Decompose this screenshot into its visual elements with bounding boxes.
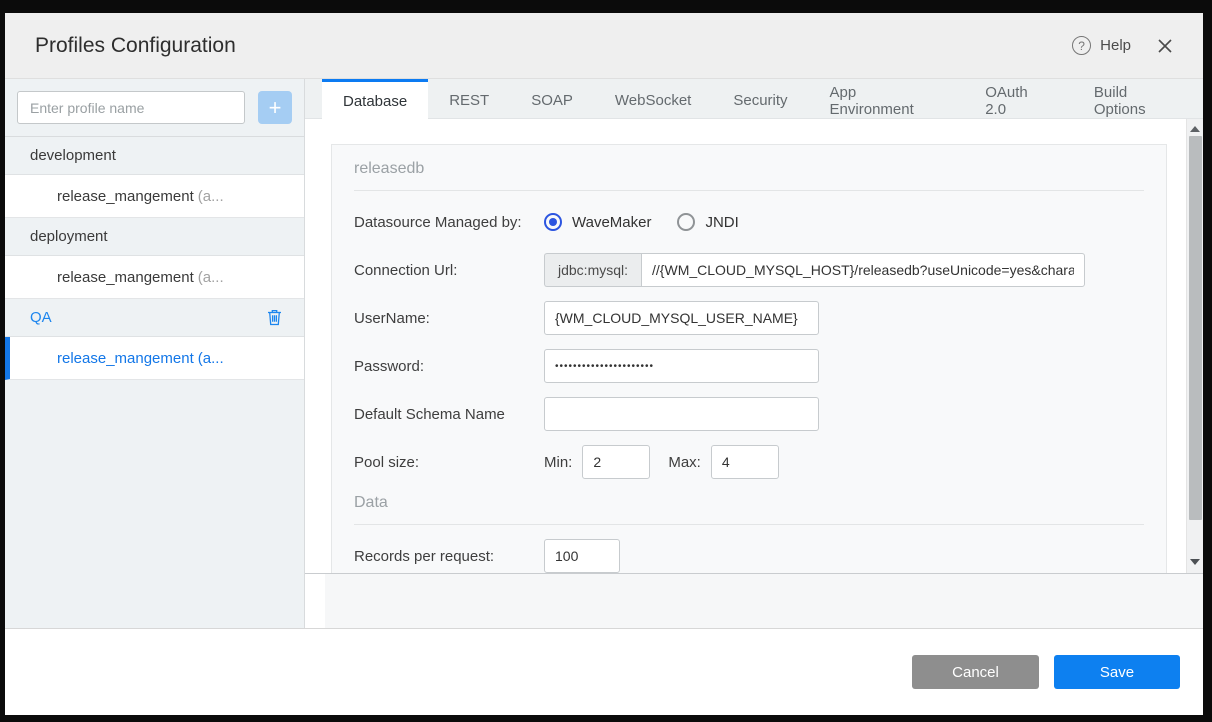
dialog-titlebar: Profiles Configuration ? Help bbox=[5, 13, 1203, 79]
datasource-row: Datasource Managed by: WaveMaker JNDI bbox=[354, 205, 1144, 239]
profiles-configuration-dialog: Profiles Configuration ? Help + developm… bbox=[5, 13, 1203, 715]
records-per-request-row: Records per request: bbox=[354, 539, 1144, 573]
sidebar-item-release-mangement-deploy[interactable]: release_mangement (a... bbox=[5, 256, 304, 299]
tab-label: Build Options bbox=[1093, 83, 1146, 118]
sidebar-group-deployment[interactable]: deployment bbox=[5, 218, 304, 256]
profile-suffix: (a... bbox=[197, 187, 224, 205]
records-per-request-label: Records per request: bbox=[354, 547, 495, 565]
sidebar-group-qa[interactable]: QA bbox=[5, 299, 304, 337]
database-form-card: releasedb Datasource Managed by: WaveMak… bbox=[331, 144, 1167, 573]
section-divider bbox=[354, 524, 1144, 525]
tab-soap[interactable]: SOAP bbox=[510, 79, 594, 119]
default-schema-label: Default Schema Name bbox=[354, 405, 505, 423]
connection-url-row: Connection Url: jdbc:mysql: bbox=[354, 253, 1144, 287]
cancel-button[interactable]: Cancel bbox=[912, 655, 1039, 689]
tab-websocket[interactable]: WebSocket bbox=[594, 79, 712, 119]
dialog-body: + development release_mangement (a... de… bbox=[5, 79, 1203, 628]
section-title-releasedb: releasedb bbox=[354, 160, 425, 177]
tab-build-options[interactable]: Build Options bbox=[1073, 79, 1203, 119]
triangle-down-icon[interactable] bbox=[1190, 559, 1200, 565]
profile-name: release_mangement bbox=[57, 349, 194, 367]
default-schema-input[interactable] bbox=[544, 397, 819, 431]
jdbc-prefix: jdbc:mysql: bbox=[544, 253, 642, 287]
profile-tabs: Database REST SOAP WebSocket Security Ap… bbox=[305, 79, 1203, 120]
titlebar-actions: ? Help bbox=[1072, 36, 1173, 55]
plus-icon: + bbox=[268, 94, 282, 120]
below-viewport-strip-fill bbox=[325, 574, 1203, 628]
vertical-scrollbar[interactable] bbox=[1186, 119, 1203, 573]
help-label: Help bbox=[1100, 37, 1131, 54]
dialog-title: Profiles Configuration bbox=[35, 33, 236, 57]
records-per-request-input[interactable] bbox=[544, 539, 620, 573]
help-button[interactable]: ? Help bbox=[1072, 36, 1131, 55]
trash-icon[interactable] bbox=[267, 309, 282, 326]
pool-size-label: Pool size: bbox=[354, 453, 420, 471]
tab-security[interactable]: Security bbox=[712, 79, 808, 119]
radio-label: WaveMaker bbox=[572, 213, 652, 231]
tab-content: releasedb Datasource Managed by: WaveMak… bbox=[305, 119, 1203, 628]
sidebar-group-development[interactable]: development bbox=[5, 137, 304, 175]
dialog-footer: Cancel Save bbox=[5, 628, 1203, 715]
tab-oauth-2-0[interactable]: OAuth 2.0 bbox=[964, 79, 1073, 119]
tab-label: Security bbox=[733, 92, 788, 109]
sidebar-item-release-mangement-dev[interactable]: release_mangement (a... bbox=[5, 175, 304, 218]
group-label: development bbox=[30, 147, 116, 164]
tab-app-environment[interactable]: App Environment bbox=[809, 79, 965, 119]
pool-min-label: Min: bbox=[544, 453, 573, 471]
connection-url-input[interactable] bbox=[641, 253, 1086, 287]
tab-label: OAuth 2.0 bbox=[985, 83, 1028, 118]
tab-label: SOAP bbox=[531, 92, 573, 109]
triangle-up-icon[interactable] bbox=[1190, 126, 1200, 132]
add-profile-button[interactable]: + bbox=[258, 91, 292, 124]
profile-name: release_mangement bbox=[57, 187, 194, 205]
password-row: Password: bbox=[354, 349, 1144, 383]
tab-label: Database bbox=[343, 92, 408, 110]
radio-unselected-icon[interactable] bbox=[677, 213, 696, 231]
username-row: UserName: bbox=[354, 301, 1144, 335]
username-label: UserName: bbox=[354, 309, 430, 327]
close-icon[interactable] bbox=[1157, 38, 1173, 54]
password-label: Password: bbox=[354, 357, 425, 375]
group-label: deployment bbox=[30, 228, 108, 245]
datasource-label: Datasource Managed by: bbox=[354, 213, 522, 231]
tab-rest[interactable]: REST bbox=[428, 79, 510, 119]
section-divider bbox=[354, 190, 1144, 191]
profile-search-input[interactable] bbox=[17, 91, 245, 124]
tab-label: REST bbox=[449, 92, 490, 109]
profile-name: release_mangement bbox=[57, 268, 194, 286]
pool-size-row: Pool size: Min: Max: bbox=[354, 445, 1144, 479]
profile-search-row: + bbox=[5, 79, 304, 137]
radio-option-wavemaker[interactable]: WaveMaker bbox=[544, 213, 651, 231]
pool-min-input[interactable] bbox=[582, 445, 651, 479]
radio-option-jndi[interactable]: JNDI bbox=[677, 213, 739, 231]
sidebar-empty-area bbox=[5, 380, 304, 628]
below-viewport-strip bbox=[305, 574, 1203, 628]
pool-max-input[interactable] bbox=[710, 445, 779, 479]
tab-database[interactable]: Database bbox=[322, 79, 429, 120]
profile-suffix: (a... bbox=[197, 268, 224, 286]
tab-label: App Environment bbox=[829, 83, 914, 118]
section-title-data: Data bbox=[354, 494, 388, 511]
username-input[interactable] bbox=[544, 301, 819, 335]
group-label: QA bbox=[30, 309, 52, 326]
scrollbar-thumb[interactable] bbox=[1188, 136, 1202, 520]
radio-label: JNDI bbox=[705, 213, 739, 231]
password-input[interactable] bbox=[544, 349, 819, 383]
database-scroll-viewport: releasedb Datasource Managed by: WaveMak… bbox=[305, 119, 1203, 574]
tab-label: WebSocket bbox=[614, 92, 692, 109]
radio-selected-icon[interactable] bbox=[544, 213, 562, 231]
datasource-radio-group: WaveMaker JNDI bbox=[544, 213, 739, 231]
pool-max-label: Max: bbox=[668, 453, 701, 471]
default-schema-row: Default Schema Name bbox=[354, 397, 1144, 431]
connection-url-label: Connection Url: bbox=[354, 261, 458, 279]
profiles-sidebar: + development release_mangement (a... de… bbox=[5, 79, 305, 628]
profile-suffix: (a... bbox=[197, 349, 224, 367]
question-circle-icon: ? bbox=[1072, 36, 1092, 55]
profile-detail-panel: Database REST SOAP WebSocket Security Ap… bbox=[305, 79, 1203, 628]
sidebar-item-release-mangement-qa[interactable]: release_mangement (a... bbox=[5, 337, 304, 380]
connection-url-group: jdbc:mysql: bbox=[544, 253, 1086, 287]
save-button[interactable]: Save bbox=[1054, 655, 1180, 689]
